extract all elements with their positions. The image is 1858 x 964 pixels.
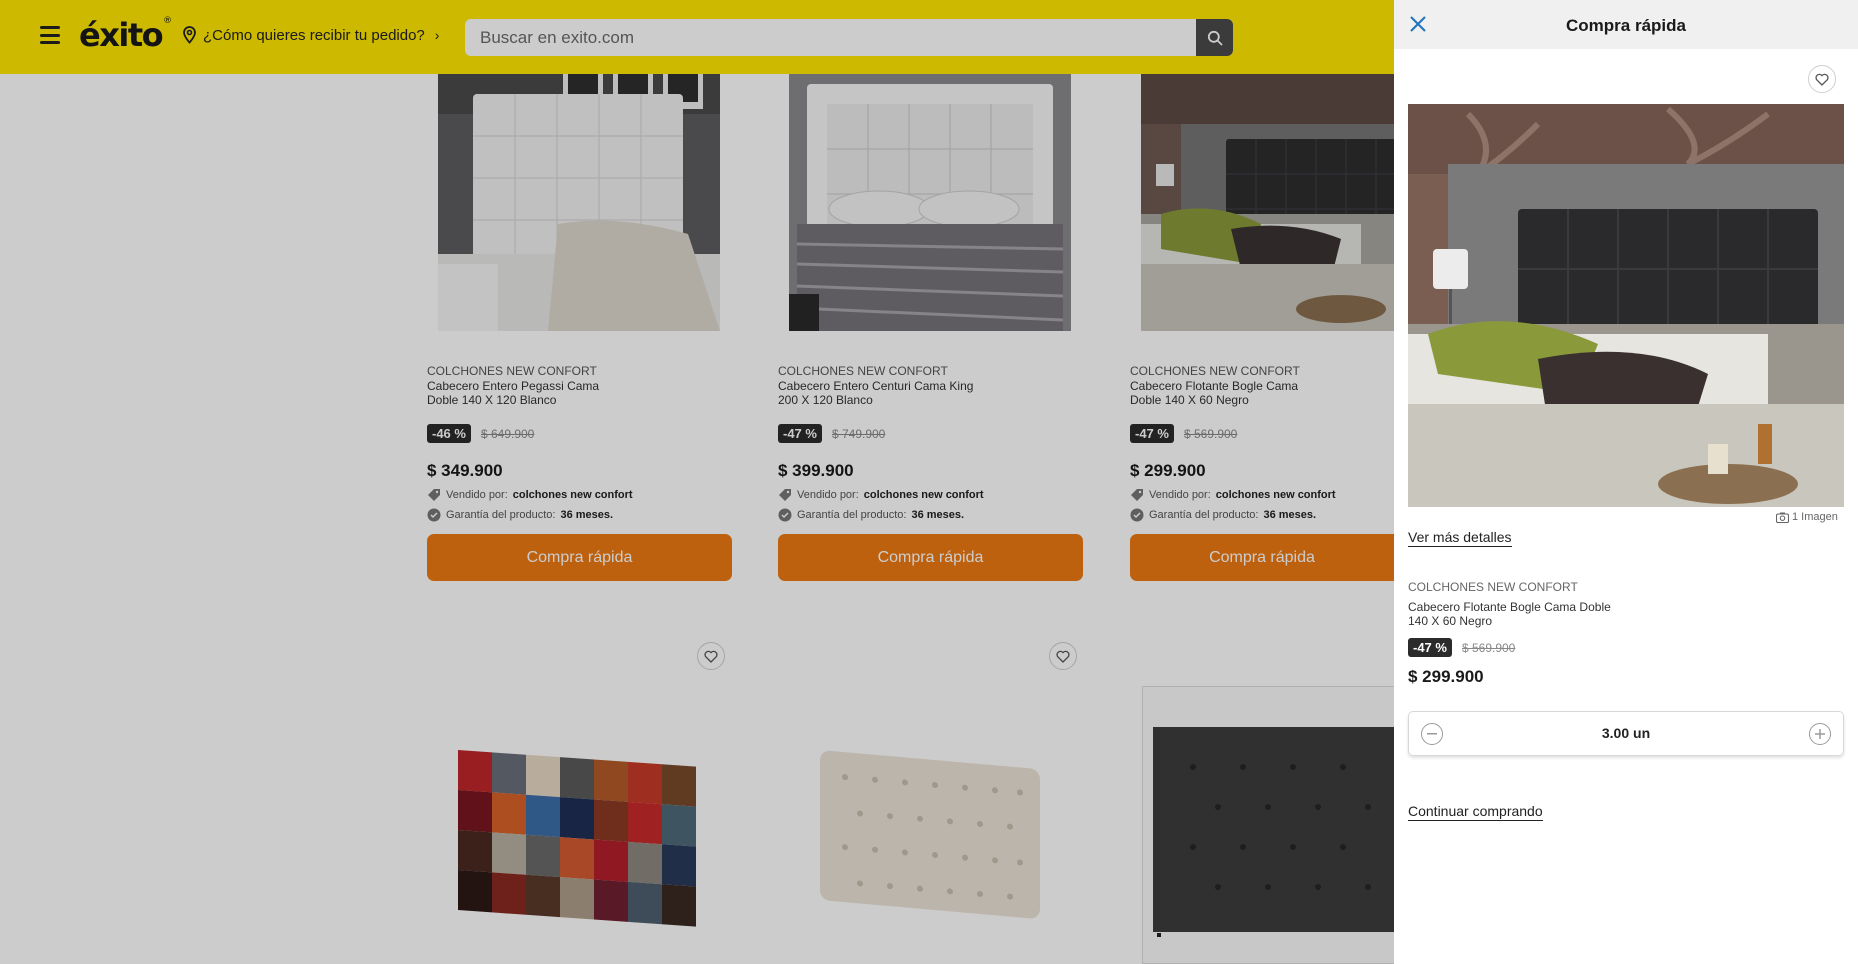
warranty-info: Garantía del producto: 36 meses. [427, 508, 613, 522]
tag-icon [428, 489, 440, 501]
heart-icon [1815, 73, 1829, 86]
product-image[interactable] [438, 690, 720, 960]
product-price: $ 299.900 [1408, 667, 1484, 686]
discount-badge: -47 % [1130, 424, 1174, 443]
product-name[interactable]: Cabecero Entero Centuri Cama King 200 X … [778, 379, 978, 407]
old-price: $ 749.900 [831, 426, 886, 441]
search-icon [1207, 30, 1222, 45]
location-pin-icon [183, 26, 196, 44]
wishlist-button[interactable] [1049, 642, 1077, 670]
warranty-value: 36 meses. [560, 509, 614, 521]
seller-name: colchones new confort [863, 489, 984, 501]
seller-label: Vendido por: [797, 489, 859, 501]
discount-row: -47 % $ 569.900 [1408, 638, 1515, 657]
product-main-image[interactable] [1408, 104, 1844, 507]
shield-check-icon [427, 508, 441, 522]
warranty-label: Garantía del producto: [1149, 509, 1259, 521]
camera-icon [1776, 512, 1789, 523]
product-price: $ 299.900 [1130, 461, 1206, 480]
old-price: $ 649.900 [480, 426, 535, 441]
old-price: $ 569.900 [1183, 426, 1238, 441]
discount-badge: -47 % [778, 424, 822, 443]
seller-name: colchones new confort [512, 489, 633, 501]
old-price: $ 569.900 [1461, 640, 1516, 655]
delivery-text: ¿Cómo quieres recibir tu pedido? [203, 26, 425, 44]
quick-buy-button[interactable]: Compra rápida [778, 534, 1083, 581]
product-image[interactable] [438, 74, 720, 331]
image-count-text: 1 Imagen [1792, 511, 1838, 523]
discount-row: -47 % $ 749.900 [778, 424, 885, 443]
product-image[interactable] [790, 690, 1072, 960]
product-image[interactable] [789, 74, 1071, 331]
menu-icon[interactable] [40, 26, 60, 44]
search-button[interactable] [1196, 19, 1233, 56]
product-brand: COLCHONES NEW CONFORT [778, 364, 948, 378]
chevron-right-icon: › [434, 27, 440, 43]
logo-text: éxito [79, 16, 164, 54]
seller-label: Vendido por: [446, 489, 508, 501]
wishlist-button[interactable] [1808, 65, 1836, 93]
tag-icon [1131, 489, 1143, 501]
seller-info: Vendido por: colchones new confort [1130, 488, 1336, 502]
warranty-label: Garantía del producto: [797, 509, 907, 521]
product-brand: COLCHONES NEW CONFORT [427, 364, 597, 378]
shield-check-icon [778, 508, 792, 522]
quick-buy-button[interactable]: Compra rápida [427, 534, 732, 581]
product-image[interactable] [1141, 74, 1394, 331]
product-name[interactable]: Cabecero Entero Pegassi Cama Doble 140 X… [427, 379, 627, 407]
drawer-header: Compra rápida [1394, 0, 1858, 49]
seller-info: Vendido por: colchones new confort [778, 488, 984, 502]
warranty-info: Garantía del producto: 36 meses. [778, 508, 964, 522]
quick-buy-button[interactable]: Compra rápida [1130, 534, 1394, 581]
warranty-value: 36 meses. [1263, 509, 1317, 521]
quick-buy-drawer: Compra rápida 1 Imagen Ver más detalles … [1394, 0, 1858, 964]
discount-row: -47 % $ 569.900 [1130, 424, 1237, 443]
discount-row: -46 % $ 649.900 [427, 424, 534, 443]
seller-label: Vendido por: [1149, 489, 1211, 501]
continue-shopping-link[interactable]: Continuar comprando [1408, 803, 1543, 821]
discount-badge: -47 % [1408, 638, 1452, 657]
shield-check-icon [1130, 508, 1144, 522]
warranty-info: Garantía del producto: 36 meses. [1130, 508, 1316, 522]
quantity-stepper: 3.00 un [1408, 711, 1844, 756]
drawer-title: Compra rápida [1566, 16, 1686, 35]
delivery-selector[interactable]: ¿Cómo quieres recibir tu pedido? › [182, 26, 439, 44]
product-price: $ 349.900 [427, 461, 503, 480]
warranty-value: 36 meses. [911, 509, 965, 521]
search-bar [465, 19, 1233, 56]
product-image[interactable] [1142, 686, 1394, 964]
exito-logo[interactable]: éxito® [79, 16, 172, 54]
product-brand: COLCHONES NEW CONFORT [1130, 364, 1300, 378]
tag-icon [779, 489, 791, 501]
image-count: 1 Imagen [1776, 511, 1838, 523]
product-price: $ 399.900 [778, 461, 854, 480]
plus-icon [1815, 729, 1825, 739]
seller-info: Vendido por: colchones new confort [427, 488, 633, 502]
product-name: Cabecero Flotante Bogle Cama Doble 140 X… [1408, 600, 1611, 628]
seller-name: colchones new confort [1215, 489, 1336, 501]
discount-badge: -46 % [427, 424, 471, 443]
product-brand: COLCHONES NEW CONFORT [1408, 580, 1578, 594]
heart-icon [1056, 650, 1070, 663]
wishlist-button[interactable] [697, 642, 725, 670]
quantity-value[interactable]: 3.00 un [1409, 725, 1843, 741]
increase-quantity-button[interactable] [1809, 723, 1831, 745]
more-details-link[interactable]: Ver más detalles [1408, 529, 1512, 547]
heart-icon [704, 650, 718, 663]
product-name[interactable]: Cabecero Flotante Bogle Cama Doble 140 X… [1130, 379, 1330, 407]
warranty-label: Garantía del producto: [446, 509, 556, 521]
search-input[interactable] [465, 19, 1193, 56]
